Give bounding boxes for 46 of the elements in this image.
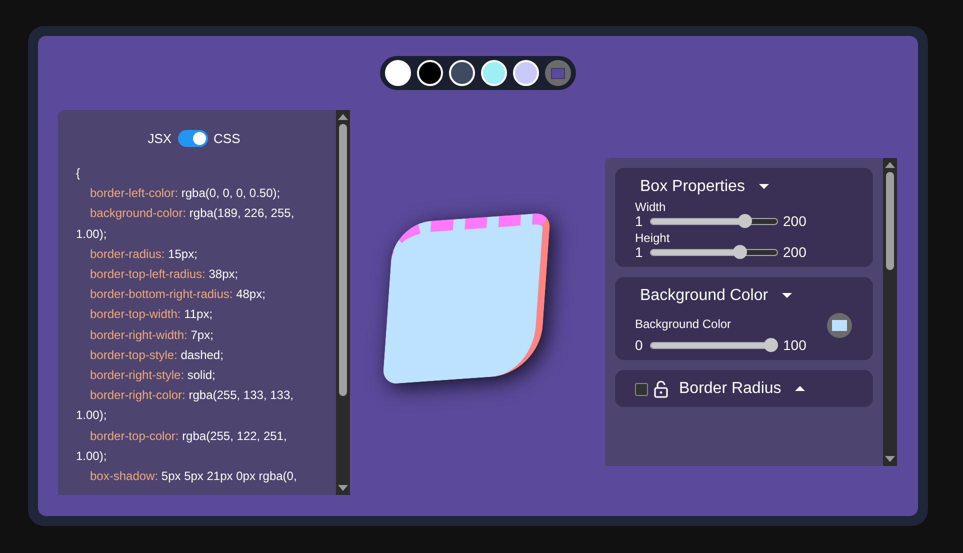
slider-label: Background Color xyxy=(635,316,732,330)
code-line: border-right-color: rgba(255, 133, 133, 1.00); xyxy=(76,387,294,424)
slider-max: 100 xyxy=(783,337,806,353)
slider[interactable] xyxy=(650,338,778,352)
slider-label: Width xyxy=(635,200,666,214)
color-swatch[interactable] xyxy=(481,60,507,86)
toggle-switch[interactable] xyxy=(178,130,208,147)
custom-color-button[interactable] xyxy=(545,60,571,86)
scrollbar[interactable] xyxy=(883,158,897,466)
section-header[interactable]: Box Properties xyxy=(635,176,769,198)
color-swatch[interactable] xyxy=(417,60,443,86)
code-line: border-radius: 15px; xyxy=(89,246,198,263)
code-line: background-color: rgba(189, 226, 255, 1.00); xyxy=(76,205,296,243)
code-line: border-top-left-radius: 38px; xyxy=(89,266,240,284)
slider-label: Height xyxy=(635,231,670,245)
code-line: border-top-color: rgba(255, 122, 251, 1.00); xyxy=(76,428,288,465)
code-line: box-shadow: 5px 5px 21px 0px rgba(0, xyxy=(89,468,298,486)
checkbox[interactable] xyxy=(635,382,648,396)
slider-min: 0 xyxy=(635,337,644,353)
color-picker-button[interactable] xyxy=(827,313,852,338)
slider-max: 200 xyxy=(783,213,806,229)
code-line: border-left-color: rgba(0, 0, 0, 0.50); xyxy=(89,185,282,202)
color-swatch[interactable] xyxy=(385,60,411,86)
code-line: border-bottom-right-radius: 48px; xyxy=(89,286,266,304)
slider[interactable] xyxy=(650,245,778,259)
slider[interactable] xyxy=(650,214,778,228)
toggle-label: JSX xyxy=(148,131,172,146)
color-swatch[interactable] xyxy=(513,60,539,86)
rectangle-icon xyxy=(551,68,565,78)
color-swatch[interactable] xyxy=(449,60,475,86)
code-line: border-top-style: dashed; xyxy=(89,346,224,364)
code-line: border-top-width: 11px; xyxy=(89,306,214,324)
caret-icon xyxy=(795,386,806,392)
caret-icon xyxy=(782,293,792,299)
toggle-label: CSS xyxy=(214,131,240,146)
code-line: border-right-width: 7px; xyxy=(89,326,214,344)
slider-max: 200 xyxy=(783,244,806,260)
slider-min: 1 xyxy=(635,213,644,229)
caret-icon xyxy=(758,184,769,190)
code-brace: { xyxy=(76,165,82,182)
section-header[interactable]: Background Color xyxy=(635,285,792,307)
section-header[interactable]: Border Radius xyxy=(674,378,806,400)
padlock-icon[interactable] xyxy=(654,380,668,398)
scrollbar[interactable] xyxy=(336,110,350,495)
code-line: border-right-style: solid; xyxy=(89,367,216,384)
slider-min: 1 xyxy=(635,244,643,260)
